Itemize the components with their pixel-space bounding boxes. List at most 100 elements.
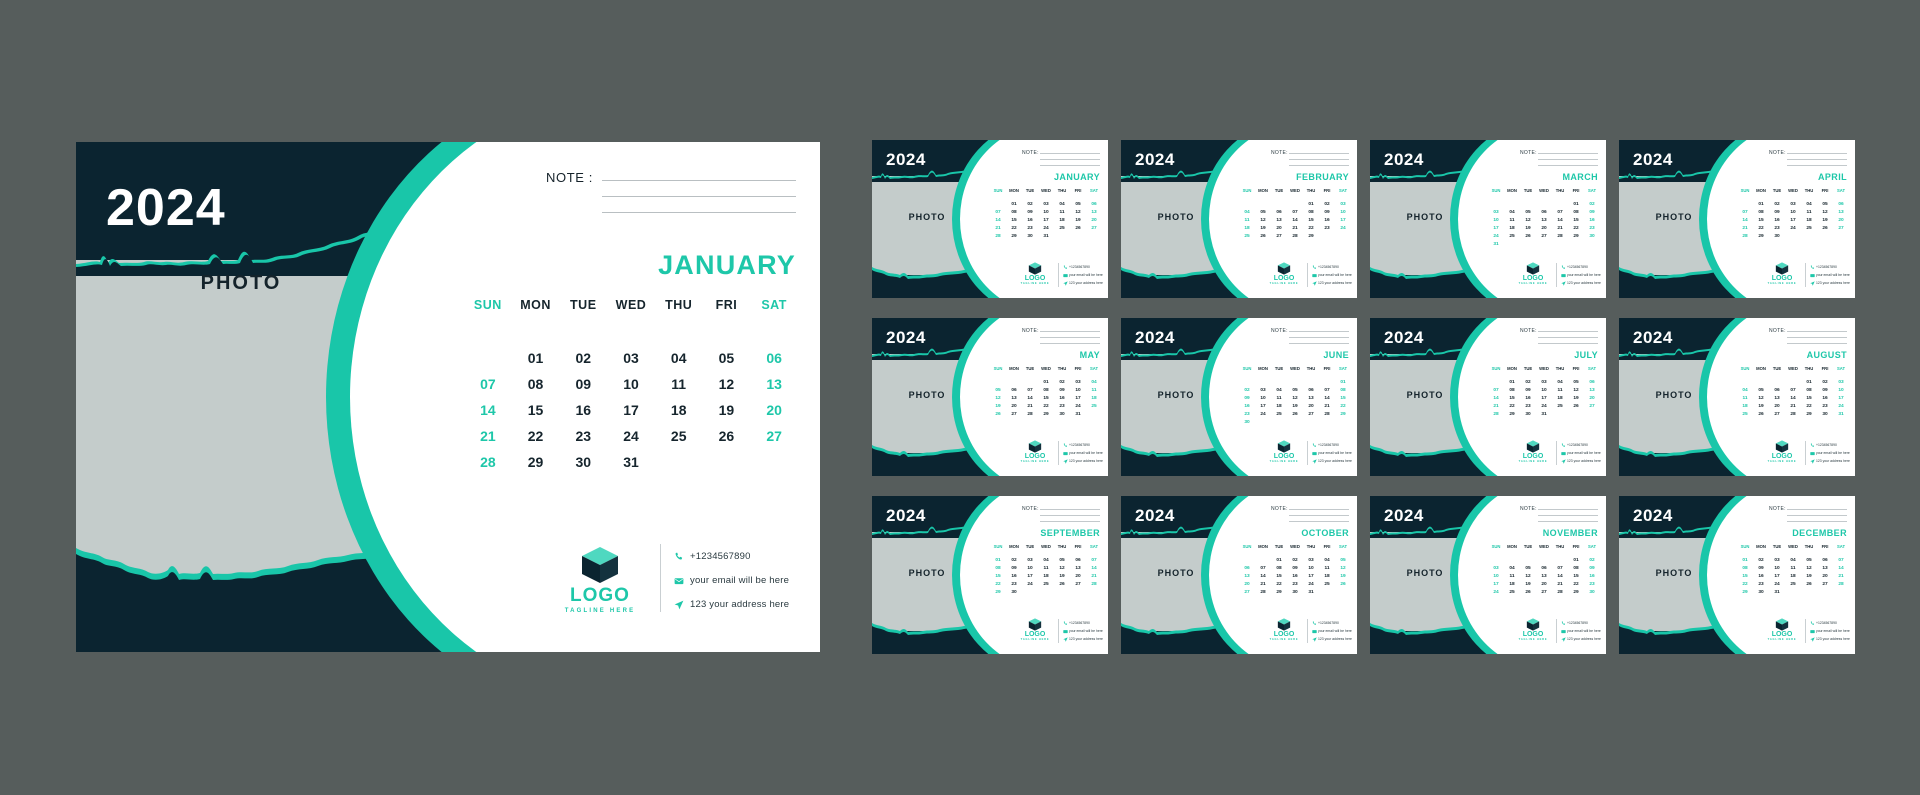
date-cell[interactable]: 12: [1801, 566, 1817, 571]
date-cell[interactable]: 21: [1319, 404, 1335, 409]
month-thumbnail[interactable]: 2024 PHOTO NOTE: MAY SUN MON TUE WED THU FRI SAT 01…: [872, 318, 1108, 476]
date-cell[interactable]: 08: [1271, 566, 1287, 571]
date-cell[interactable]: 31: [607, 454, 655, 470]
date-cell[interactable]: 06: [1536, 566, 1552, 571]
date-cell[interactable]: 07: [1488, 388, 1504, 393]
date-cell[interactable]: 21: [1833, 574, 1849, 579]
date-cell[interactable]: 19: [1070, 218, 1086, 223]
date-cell[interactable]: 15: [1038, 396, 1054, 401]
month-thumbnail[interactable]: 2024 PHOTO NOTE: FEBRUARY SUN MON TUE WED THU FRI…: [1121, 140, 1357, 298]
date-cell[interactable]: 17: [1536, 396, 1552, 401]
date-cell[interactable]: 25: [1239, 234, 1255, 239]
date-cell[interactable]: 26: [1817, 226, 1833, 231]
date-cell[interactable]: 14: [1552, 218, 1568, 223]
note-line[interactable]: [1289, 343, 1349, 344]
date-cell[interactable]: 20: [1769, 404, 1785, 409]
contact-row[interactable]: +1234567890: [1312, 263, 1352, 271]
date-cell[interactable]: 27: [1303, 412, 1319, 417]
month-thumbnail[interactable]: 2024 PHOTO NOTE: JULY SUN MON TUE WED THU FRI SAT 0…: [1370, 318, 1606, 476]
date-cell[interactable]: 15: [1303, 218, 1319, 223]
note-line[interactable]: [1787, 509, 1847, 510]
thumb-date-grid[interactable]: SUN MON TUE WED THU FRI SAT 01 02 03 04 05 06 07 08 09 1…: [990, 366, 1102, 417]
thumb-date-grid[interactable]: SUN MON TUE WED THU FRI SAT 01 02 03 04 05 06 07 08 09 1…: [1239, 544, 1351, 595]
date-cell[interactable]: 22: [512, 428, 560, 444]
note-line[interactable]: [602, 180, 796, 181]
date-cell[interactable]: 04: [1504, 566, 1520, 571]
date-cell[interactable]: 03: [1022, 558, 1038, 563]
contact-row[interactable]: your email will be here: [1063, 449, 1103, 457]
date-cell[interactable]: 18: [1737, 404, 1753, 409]
note-line[interactable]: [1538, 159, 1598, 160]
date-cell[interactable]: 16: [559, 402, 607, 418]
note-line[interactable]: [1538, 337, 1598, 338]
date-cell[interactable]: 04: [1737, 388, 1753, 393]
month-thumbnail[interactable]: 2024 PHOTO NOTE: MARCH SUN MON TUE WED THU FRI SAT…: [1370, 140, 1606, 298]
date-cell[interactable]: 12: [1753, 396, 1769, 401]
date-cell[interactable]: 28: [1552, 590, 1568, 595]
date-cell[interactable]: 19: [703, 402, 751, 418]
date-cell[interactable]: 14: [1737, 218, 1753, 223]
date-cell[interactable]: 18: [1801, 218, 1817, 223]
contact-row[interactable]: your email will be here: [1312, 271, 1352, 279]
contact-row[interactable]: your email will be here: [1810, 627, 1850, 635]
date-cell[interactable]: 01: [1303, 202, 1319, 207]
date-cell[interactable]: 17: [1335, 218, 1351, 223]
date-cell[interactable]: 19: [1817, 218, 1833, 223]
date-cell[interactable]: 14: [1488, 396, 1504, 401]
main-calendar-page[interactable]: PHOTO NOTE : JANUARY SUN MON TUE WED THU FRI S…: [76, 142, 820, 652]
date-cell[interactable]: 07: [1319, 388, 1335, 393]
date-cell[interactable]: 26: [1070, 226, 1086, 231]
thumb-logo-block[interactable]: LOGO TAGLINE HERE: [1514, 618, 1552, 641]
month-thumbnail[interactable]: 2024 PHOTO NOTE: APRIL SUN MON TUE WED THU FRI SAT…: [1619, 140, 1855, 298]
date-cell[interactable]: 19: [1255, 226, 1271, 231]
date-cell[interactable]: 02: [1006, 558, 1022, 563]
date-cell[interactable]: 04: [1038, 558, 1054, 563]
contact-row[interactable]: 123 your address here: [1063, 635, 1103, 643]
date-cell[interactable]: 29: [1504, 412, 1520, 417]
contact-row[interactable]: 123 your address here: [1063, 457, 1103, 465]
date-cell[interactable]: 15: [990, 574, 1006, 579]
date-cell[interactable]: 26: [703, 428, 751, 444]
contact-row[interactable]: 123 your address here: [1063, 279, 1103, 287]
date-cell[interactable]: 26: [1568, 404, 1584, 409]
date-cell[interactable]: 17: [1255, 404, 1271, 409]
date-cell[interactable]: 23: [1817, 404, 1833, 409]
date-cell[interactable]: 20: [1817, 574, 1833, 579]
date-cell[interactable]: 05: [1287, 388, 1303, 393]
date-cell[interactable]: 13: [1006, 396, 1022, 401]
date-cell[interactable]: 03: [1038, 202, 1054, 207]
thumb-logo-block[interactable]: LOGO TAGLINE HERE: [1265, 618, 1303, 641]
date-cell[interactable]: 05: [1070, 202, 1086, 207]
date-cell[interactable]: 07: [990, 210, 1006, 215]
calendar-date-grid[interactable]: SUN MON TUE WED THU FRI SAT 01 02 03 04 05 06 07 08 09 1…: [464, 298, 798, 470]
contact-row[interactable]: your email will be here: [1312, 449, 1352, 457]
date-cell[interactable]: 06: [1271, 210, 1287, 215]
contact-row[interactable]: +1234567890: [1063, 441, 1103, 449]
note-line[interactable]: [1538, 521, 1598, 522]
date-cell[interactable]: 01: [1568, 558, 1584, 563]
note-line[interactable]: [1289, 159, 1349, 160]
date-cell[interactable]: 29: [1303, 234, 1319, 239]
thumb-date-grid[interactable]: SUN MON TUE WED THU FRI SAT 01 02 03 04 05 06 07 08 09 1…: [1488, 544, 1600, 603]
date-cell[interactable]: 27: [1070, 582, 1086, 587]
date-cell[interactable]: 25: [655, 428, 703, 444]
date-cell[interactable]: 27: [1536, 234, 1552, 239]
note-line[interactable]: [1040, 153, 1100, 154]
date-cell[interactable]: 08: [1303, 210, 1319, 215]
date-cell[interactable]: 09: [1287, 566, 1303, 571]
date-cell[interactable]: 24: [1488, 590, 1504, 595]
date-cell[interactable]: 28: [1552, 234, 1568, 239]
date-cell[interactable]: 19: [1520, 582, 1536, 587]
date-cell[interactable]: 28: [1086, 582, 1102, 587]
date-cell[interactable]: 28: [1287, 234, 1303, 239]
note-line[interactable]: [1289, 165, 1349, 166]
date-cell[interactable]: 20: [1536, 582, 1552, 587]
date-cell[interactable]: 03: [1070, 380, 1086, 385]
contact-row[interactable]: your email will be here: [1561, 449, 1601, 457]
date-cell[interactable]: 21: [1255, 582, 1271, 587]
date-cell[interactable]: 26: [1255, 234, 1271, 239]
date-cell[interactable]: 27: [1536, 590, 1552, 595]
note-line[interactable]: [1289, 509, 1349, 510]
date-cell[interactable]: 09: [1753, 566, 1769, 571]
date-cell[interactable]: 29: [1737, 590, 1753, 595]
